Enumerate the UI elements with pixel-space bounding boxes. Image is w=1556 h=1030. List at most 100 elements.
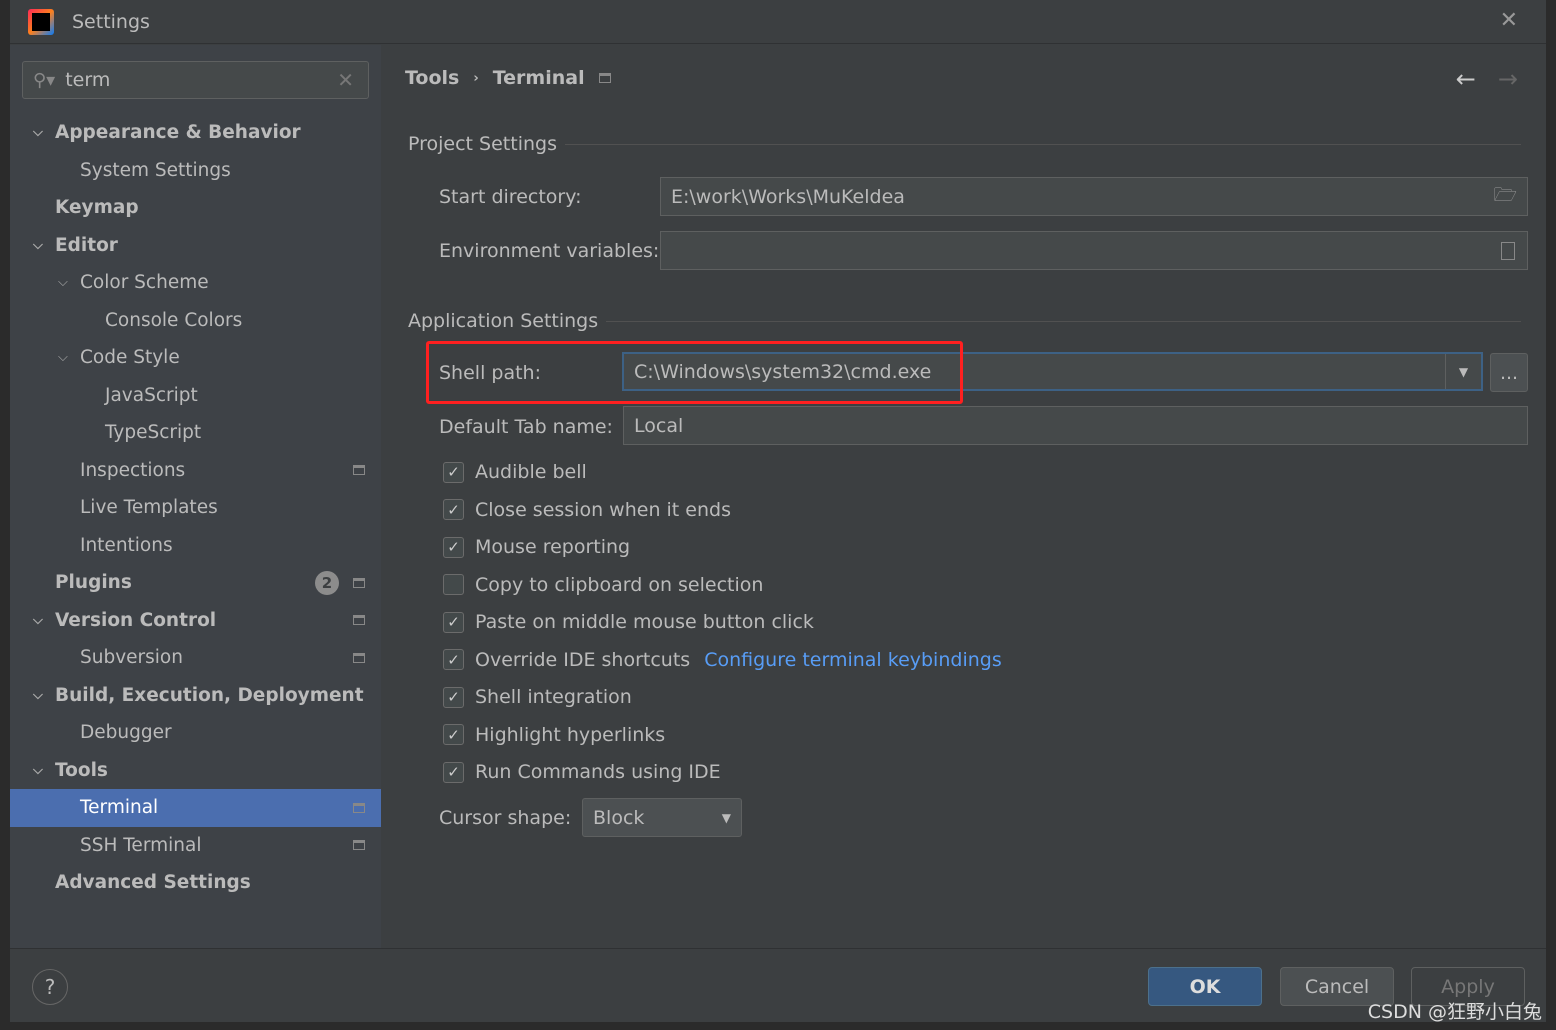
application-settings-header: Application Settings xyxy=(408,310,1521,332)
sidebar-item-label: Terminal xyxy=(80,797,159,819)
sidebar-item[interactable]: Console Colors xyxy=(10,302,381,340)
settings-dialog: Settings ✕ ⚲▾ ✕ ⌵ Appearance & Behavior Sy… xyxy=(10,0,1546,1022)
checkbox-option[interactable]: ✓ Paste on middle mouse button click xyxy=(443,611,814,633)
intellij-logo-icon xyxy=(28,8,54,35)
back-arrow-icon[interactable]: ← xyxy=(1456,65,1476,93)
checkbox[interactable] xyxy=(443,574,464,595)
sidebar-item[interactable]: ⌵ Version Control xyxy=(10,602,381,640)
edit-list-icon[interactable] xyxy=(1501,241,1515,260)
checkbox-option[interactable]: ✓ Mouse reporting xyxy=(443,536,630,558)
search-field[interactable]: ⚲▾ ✕ xyxy=(22,61,369,99)
ok-button[interactable]: OK xyxy=(1148,967,1262,1006)
sidebar-item[interactable]: ⌵ Color Scheme xyxy=(10,264,381,302)
update-count-badge: 2 xyxy=(315,570,339,595)
sidebar-item[interactable]: Advanced Settings xyxy=(10,864,381,902)
forward-arrow-icon[interactable]: → xyxy=(1498,65,1518,93)
project-scope-icon xyxy=(353,652,365,663)
checkbox-option[interactable]: ✓ Shell integration xyxy=(443,686,632,708)
default-tab-name-field[interactable]: Local xyxy=(623,406,1528,445)
sidebar-item[interactable]: ⌵ Appearance & Behavior xyxy=(10,114,381,152)
chevron-down-icon[interactable]: ▼ xyxy=(1445,354,1481,389)
checkbox[interactable]: ✓ xyxy=(443,761,464,783)
sidebar-item[interactable]: Live Templates xyxy=(10,489,381,527)
chevron-down-icon[interactable]: ⌵ xyxy=(33,688,43,703)
checkbox-option[interactable]: ✓ Override IDE shortcuts Configure termina… xyxy=(443,649,1002,671)
sidebar-item[interactable]: ⌵ Editor xyxy=(10,227,381,265)
help-button[interactable]: ? xyxy=(32,969,68,1005)
sidebar-item-label: Intentions xyxy=(80,534,173,556)
cursor-shape-label: Cursor shape: xyxy=(439,807,572,829)
start-directory-label: Start directory: xyxy=(439,186,582,208)
checkbox-label: Audible bell xyxy=(475,461,587,483)
chevron-down-icon[interactable]: ⌵ xyxy=(33,613,43,628)
cursor-shape-dropdown[interactable]: Block ▼ xyxy=(582,798,742,837)
checkbox[interactable]: ✓ xyxy=(443,724,464,745)
checkbox[interactable]: ✓ xyxy=(443,536,464,558)
chevron-down-icon[interactable]: ⌵ xyxy=(58,275,68,290)
sidebar-item-label: Console Colors xyxy=(105,309,243,331)
breadcrumb-parent[interactable]: Tools xyxy=(405,67,459,89)
chevron-down-icon[interactable]: ⌵ xyxy=(33,125,43,140)
sidebar-item[interactable]: System Settings xyxy=(10,152,381,190)
sidebar-item-label: Editor xyxy=(55,234,118,256)
checkbox[interactable]: ✓ xyxy=(443,686,464,708)
dialog-footer: ? OK Cancel Apply xyxy=(10,948,1546,1022)
sidebar-item[interactable]: Debugger xyxy=(10,714,381,752)
chevron-down-icon[interactable]: ⌵ xyxy=(33,763,43,778)
checkbox-option[interactable]: ✓ Audible bell xyxy=(443,461,587,483)
breadcrumb-separator: › xyxy=(473,70,479,86)
checkbox-label: Paste on middle mouse button click xyxy=(475,611,814,633)
checkbox[interactable]: ✓ xyxy=(443,649,464,670)
checkbox-option[interactable]: ✓ Highlight hyperlinks xyxy=(443,724,665,746)
checkbox-label: Override IDE shortcuts xyxy=(475,648,691,671)
project-scope-icon xyxy=(353,840,365,851)
settings-tree: ⌵ Appearance & Behavior System Settings Key… xyxy=(10,114,381,902)
checkbox-label: Shell integration xyxy=(475,686,632,708)
close-icon[interactable]: ✕ xyxy=(1500,8,1518,33)
environment-variables-field[interactable] xyxy=(660,231,1528,270)
search-input[interactable] xyxy=(65,69,326,91)
checkbox-option[interactable]: Copy to clipboard on selection xyxy=(443,574,763,596)
checkbox-label: Highlight hyperlinks xyxy=(475,723,666,746)
sidebar-item[interactable]: Keymap xyxy=(10,189,381,227)
checkbox-label: Close session when it ends xyxy=(475,498,731,521)
start-directory-field[interactable]: E:\work\Works\MuKeldea 🗁 xyxy=(660,177,1528,216)
folder-icon[interactable]: 🗁 xyxy=(1493,181,1517,213)
checkbox-option[interactable]: ✓ Close session when it ends xyxy=(443,499,731,521)
chevron-down-icon: ▼ xyxy=(721,810,731,825)
sidebar-item-label: SSH Terminal xyxy=(80,834,202,856)
settings-sidebar: ⚲▾ ✕ ⌵ Appearance & Behavior System Settin… xyxy=(10,45,381,948)
sidebar-item-label: Subversion xyxy=(80,647,183,669)
sidebar-item[interactable]: SSH Terminal xyxy=(10,827,381,865)
project-scope-icon xyxy=(353,465,365,476)
chevron-down-icon[interactable]: ⌵ xyxy=(33,238,43,253)
sidebar-item[interactable]: Intentions xyxy=(10,527,381,565)
sidebar-item-label: Color Scheme xyxy=(80,272,209,294)
checkbox-option[interactable]: ✓ Run Commands using IDE xyxy=(443,761,721,783)
clear-search-icon[interactable]: ✕ xyxy=(337,68,354,92)
checkbox[interactable]: ✓ xyxy=(443,461,464,483)
sidebar-item[interactable]: ⌵ Build, Execution, Deployment xyxy=(10,677,381,715)
sidebar-item[interactable]: Plugins 2 xyxy=(10,564,381,602)
sidebar-item[interactable]: ⌵ Code Style xyxy=(10,339,381,377)
title-bar: Settings ✕ xyxy=(10,0,1546,44)
sidebar-item-label: Code Style xyxy=(80,347,180,369)
sidebar-item[interactable]: JavaScript xyxy=(10,377,381,415)
chevron-down-icon[interactable]: ⌵ xyxy=(58,350,68,365)
sidebar-item[interactable]: Terminal xyxy=(10,789,381,827)
checkbox[interactable]: ✓ xyxy=(443,499,464,520)
project-scope-icon xyxy=(353,802,365,813)
sidebar-item[interactable]: TypeScript xyxy=(10,414,381,452)
sidebar-item[interactable]: Inspections xyxy=(10,452,381,490)
sidebar-item-label: Advanced Settings xyxy=(55,872,251,894)
browse-shell-button[interactable]: ... xyxy=(1490,353,1528,392)
project-settings-header: Project Settings xyxy=(408,133,1521,155)
sidebar-item[interactable]: ⌵ Tools xyxy=(10,752,381,790)
configure-keybindings-link[interactable]: Configure terminal keybindings xyxy=(704,649,1002,671)
sidebar-item-label: Tools xyxy=(55,759,108,781)
checkbox-label: Run Commands using IDE xyxy=(475,761,721,783)
sidebar-item-label: JavaScript xyxy=(105,384,198,406)
checkbox[interactable]: ✓ xyxy=(443,611,464,633)
window-title: Settings xyxy=(72,10,150,33)
sidebar-item[interactable]: Subversion xyxy=(10,639,381,677)
